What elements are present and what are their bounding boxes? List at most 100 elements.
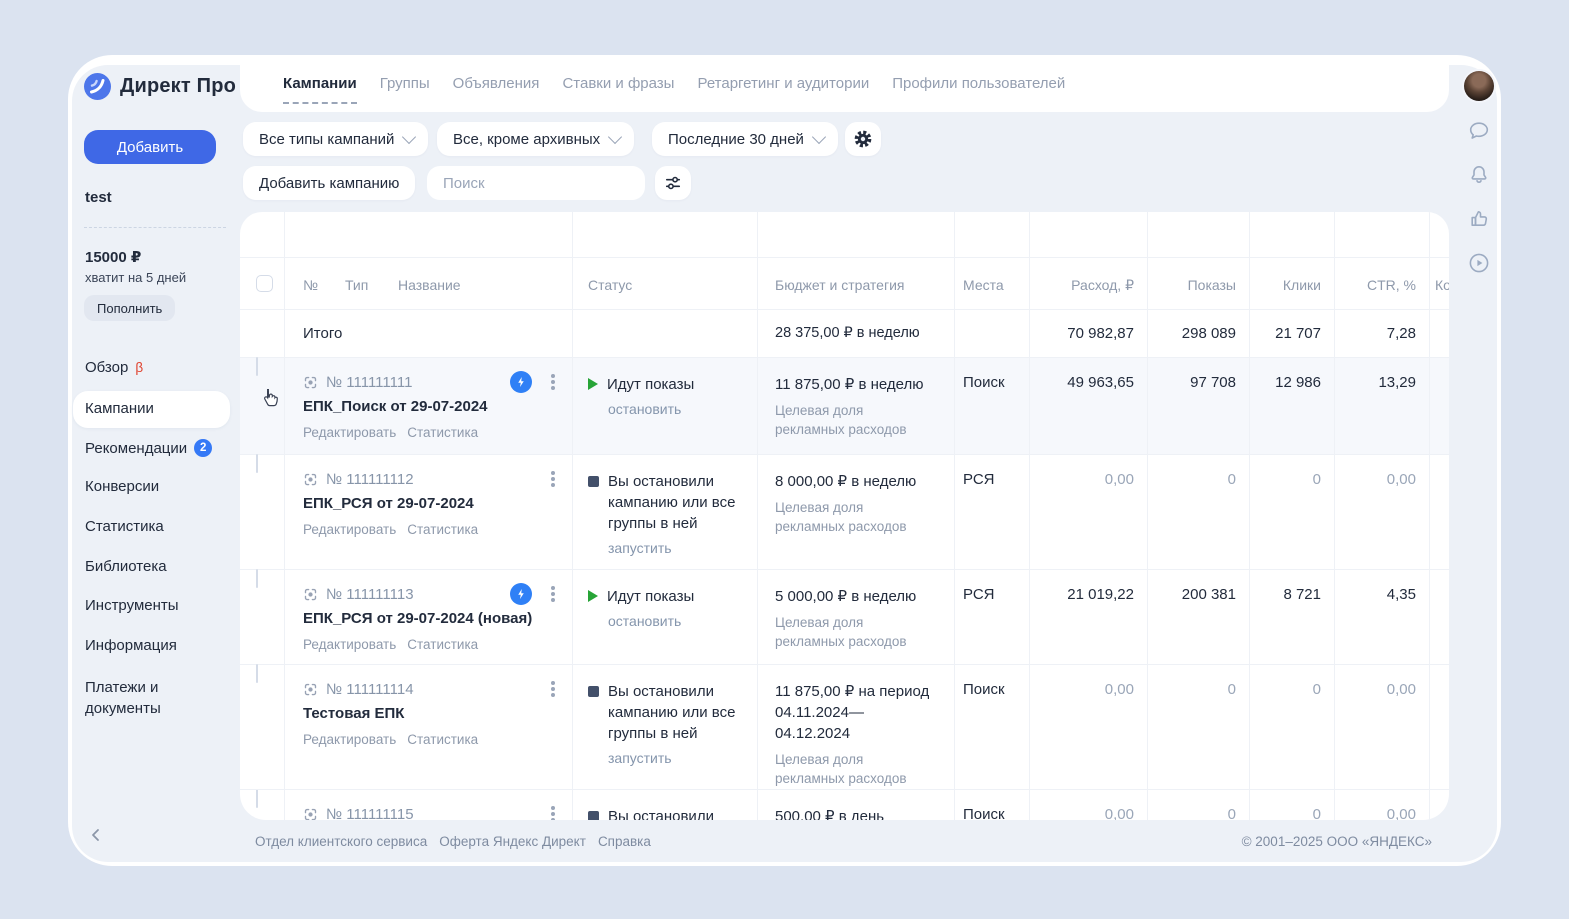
sidebar-item-statistics[interactable]: Статистика bbox=[85, 518, 164, 535]
strategy-label: Целевая доля рекламных расходов bbox=[758, 492, 954, 536]
avatar[interactable] bbox=[1464, 71, 1494, 101]
kebab-menu-icon[interactable] bbox=[551, 687, 555, 691]
stats-link[interactable]: Статистика bbox=[407, 522, 478, 537]
tune-filters-button[interactable] bbox=[655, 166, 691, 200]
totals-label: Итого bbox=[303, 325, 342, 342]
sidebar-item-campaigns[interactable]: Кампании bbox=[85, 400, 154, 417]
col-header-clicks[interactable]: Клики bbox=[1250, 258, 1335, 309]
campaign-name[interactable]: ЕПК_РСЯ от 29-07-2024 (новая) bbox=[285, 603, 572, 629]
edit-link[interactable]: Редактировать bbox=[303, 425, 396, 440]
play-circle-icon[interactable] bbox=[1467, 251, 1491, 275]
chevron-down-icon bbox=[402, 130, 416, 144]
col-header-ctr[interactable]: CTR, % bbox=[1335, 258, 1430, 309]
sidebar-item-overview[interactable]: Обзор β bbox=[85, 359, 143, 376]
period-dropdown[interactable]: Последние 30 дней bbox=[652, 122, 838, 156]
table-row: № 111111112 ЕПК_РСЯ от 29-07-2024 Редакт… bbox=[240, 455, 1449, 570]
offer-link[interactable]: Оферта Яндекс Директ bbox=[439, 834, 586, 849]
sidebar-item-recommendations[interactable]: Рекомендации 2 bbox=[85, 439, 212, 457]
sidebar-item-library[interactable]: Библиотека bbox=[85, 558, 167, 575]
account-name[interactable]: test bbox=[85, 189, 112, 206]
strategy-label: Целевая доля рекламных расходов bbox=[758, 395, 954, 439]
edit-link[interactable]: Редактировать bbox=[303, 637, 396, 652]
sidebar-item-label: Обзор bbox=[85, 359, 128, 376]
tab-ads[interactable]: Объявления bbox=[453, 71, 540, 96]
campaign-number[interactable]: № 111111114 bbox=[326, 681, 414, 698]
row-checkbox[interactable] bbox=[256, 569, 258, 588]
edit-link[interactable]: Редактировать bbox=[303, 732, 396, 747]
sidebar-item-payments[interactable]: Платежи и документы bbox=[85, 677, 205, 719]
stop-action-link[interactable]: остановить bbox=[573, 395, 757, 417]
tab-user-profiles[interactable]: Профили пользователей bbox=[892, 71, 1065, 96]
clicks-value: 0 bbox=[1250, 455, 1335, 569]
places-value: Поиск bbox=[955, 358, 1029, 391]
button-label: Добавить кампанию bbox=[243, 175, 415, 192]
stop-action-link[interactable]: остановить bbox=[573, 607, 757, 629]
col-header-name[interactable]: Название bbox=[398, 277, 461, 293]
client-service-link[interactable]: Отдел клиентского сервиса bbox=[255, 834, 427, 849]
tab-bids-phrases[interactable]: Ставки и фразы bbox=[562, 71, 674, 96]
col-header-num[interactable]: № bbox=[303, 277, 318, 293]
col-header-budget[interactable]: Бюджет и стратегия bbox=[775, 277, 904, 293]
campaign-type-icon bbox=[303, 682, 318, 697]
add-button[interactable]: Добавить bbox=[84, 130, 216, 164]
screen: Директ Про Добавить test 15000 ₽ хватит … bbox=[0, 0, 1569, 919]
app-card: Директ Про Добавить test 15000 ₽ хватит … bbox=[68, 55, 1501, 866]
boost-lightning-badge[interactable] bbox=[510, 371, 532, 393]
col-header-places[interactable]: Места bbox=[963, 277, 1004, 293]
start-action-link[interactable]: запустить bbox=[573, 534, 757, 556]
sidebar-item-conversions[interactable]: Конверсии bbox=[85, 478, 159, 495]
kebab-menu-icon[interactable] bbox=[551, 812, 555, 816]
chevron-down-icon bbox=[812, 130, 826, 144]
kebab-menu-icon[interactable] bbox=[551, 380, 555, 384]
sidebar-item-label: Кампании bbox=[85, 400, 154, 417]
select-all-checkbox[interactable] bbox=[256, 275, 273, 292]
col-header-status[interactable]: Статус bbox=[588, 277, 632, 293]
kebab-menu-icon[interactable] bbox=[551, 477, 555, 481]
row-checkbox[interactable] bbox=[256, 664, 258, 683]
row-checkbox[interactable] bbox=[256, 357, 258, 376]
col-header-type[interactable]: Тип bbox=[345, 277, 368, 293]
campaign-number[interactable]: № 111111115 bbox=[326, 806, 414, 820]
start-action-link[interactable]: запустить bbox=[573, 744, 757, 766]
dropdown-value: Все, кроме архивных bbox=[437, 131, 600, 148]
campaign-number[interactable]: № 111111112 bbox=[326, 471, 414, 488]
campaign-name[interactable]: ЕПК_РСЯ от 29-07-2024 bbox=[285, 488, 572, 514]
footer-links: Отдел клиентского сервиса Оферта Яндекс … bbox=[255, 834, 651, 849]
stats-link[interactable]: Статистика bbox=[407, 637, 478, 652]
campaign-number[interactable]: № 111111113 bbox=[326, 586, 414, 603]
clicks-value: 0 bbox=[1250, 790, 1335, 820]
campaign-name[interactable]: Тестовая ЕПК bbox=[285, 698, 572, 724]
bell-icon[interactable] bbox=[1467, 163, 1491, 187]
clicks-value: 12 986 bbox=[1250, 358, 1335, 454]
edit-link[interactable]: Редактировать bbox=[303, 522, 396, 537]
sidebar-item-tools[interactable]: Инструменты bbox=[85, 597, 179, 614]
chevron-down-icon bbox=[608, 130, 622, 144]
tab-groups[interactable]: Группы bbox=[380, 71, 430, 96]
col-header-spend[interactable]: Расход, ₽ bbox=[1030, 258, 1148, 309]
table-row: № 111111115 Вы остановили 500,00 ₽ в ден… bbox=[240, 790, 1449, 820]
like-icon[interactable] bbox=[1467, 207, 1491, 231]
search-input[interactable] bbox=[441, 166, 625, 200]
topup-button[interactable]: Пополнить bbox=[84, 295, 175, 321]
tab-retargeting[interactable]: Ретаргетинг и аудитории bbox=[697, 71, 869, 96]
add-campaign-button[interactable]: Добавить кампанию bbox=[243, 166, 415, 200]
sidebar-item-information[interactable]: Информация bbox=[85, 637, 177, 654]
row-checkbox[interactable] bbox=[256, 454, 258, 473]
campaign-number[interactable]: № 111111111 bbox=[326, 374, 412, 391]
campaign-name[interactable]: ЕПК_Поиск от 29-07-2024 bbox=[285, 391, 572, 417]
totals-spend: 70 982,87 bbox=[1030, 310, 1148, 357]
tab-campaigns[interactable]: Кампании bbox=[283, 71, 357, 96]
collapse-sidebar-chevron[interactable] bbox=[88, 827, 104, 843]
boost-lightning-badge[interactable] bbox=[510, 583, 532, 605]
archive-filter-dropdown[interactable]: Все, кроме архивных bbox=[437, 122, 634, 156]
stats-link[interactable]: Статистика bbox=[407, 732, 478, 747]
stats-link[interactable]: Статистика bbox=[407, 425, 478, 440]
chat-icon[interactable] bbox=[1467, 119, 1491, 143]
campaign-type-icon bbox=[303, 587, 318, 602]
kebab-menu-icon[interactable] bbox=[551, 592, 555, 596]
settings-gear-button[interactable] bbox=[845, 122, 881, 156]
row-checkbox[interactable] bbox=[256, 790, 258, 808]
campaign-type-dropdown[interactable]: Все типы кампаний bbox=[243, 122, 428, 156]
col-header-shows[interactable]: Показы bbox=[1148, 258, 1250, 309]
help-link[interactable]: Справка bbox=[598, 834, 651, 849]
